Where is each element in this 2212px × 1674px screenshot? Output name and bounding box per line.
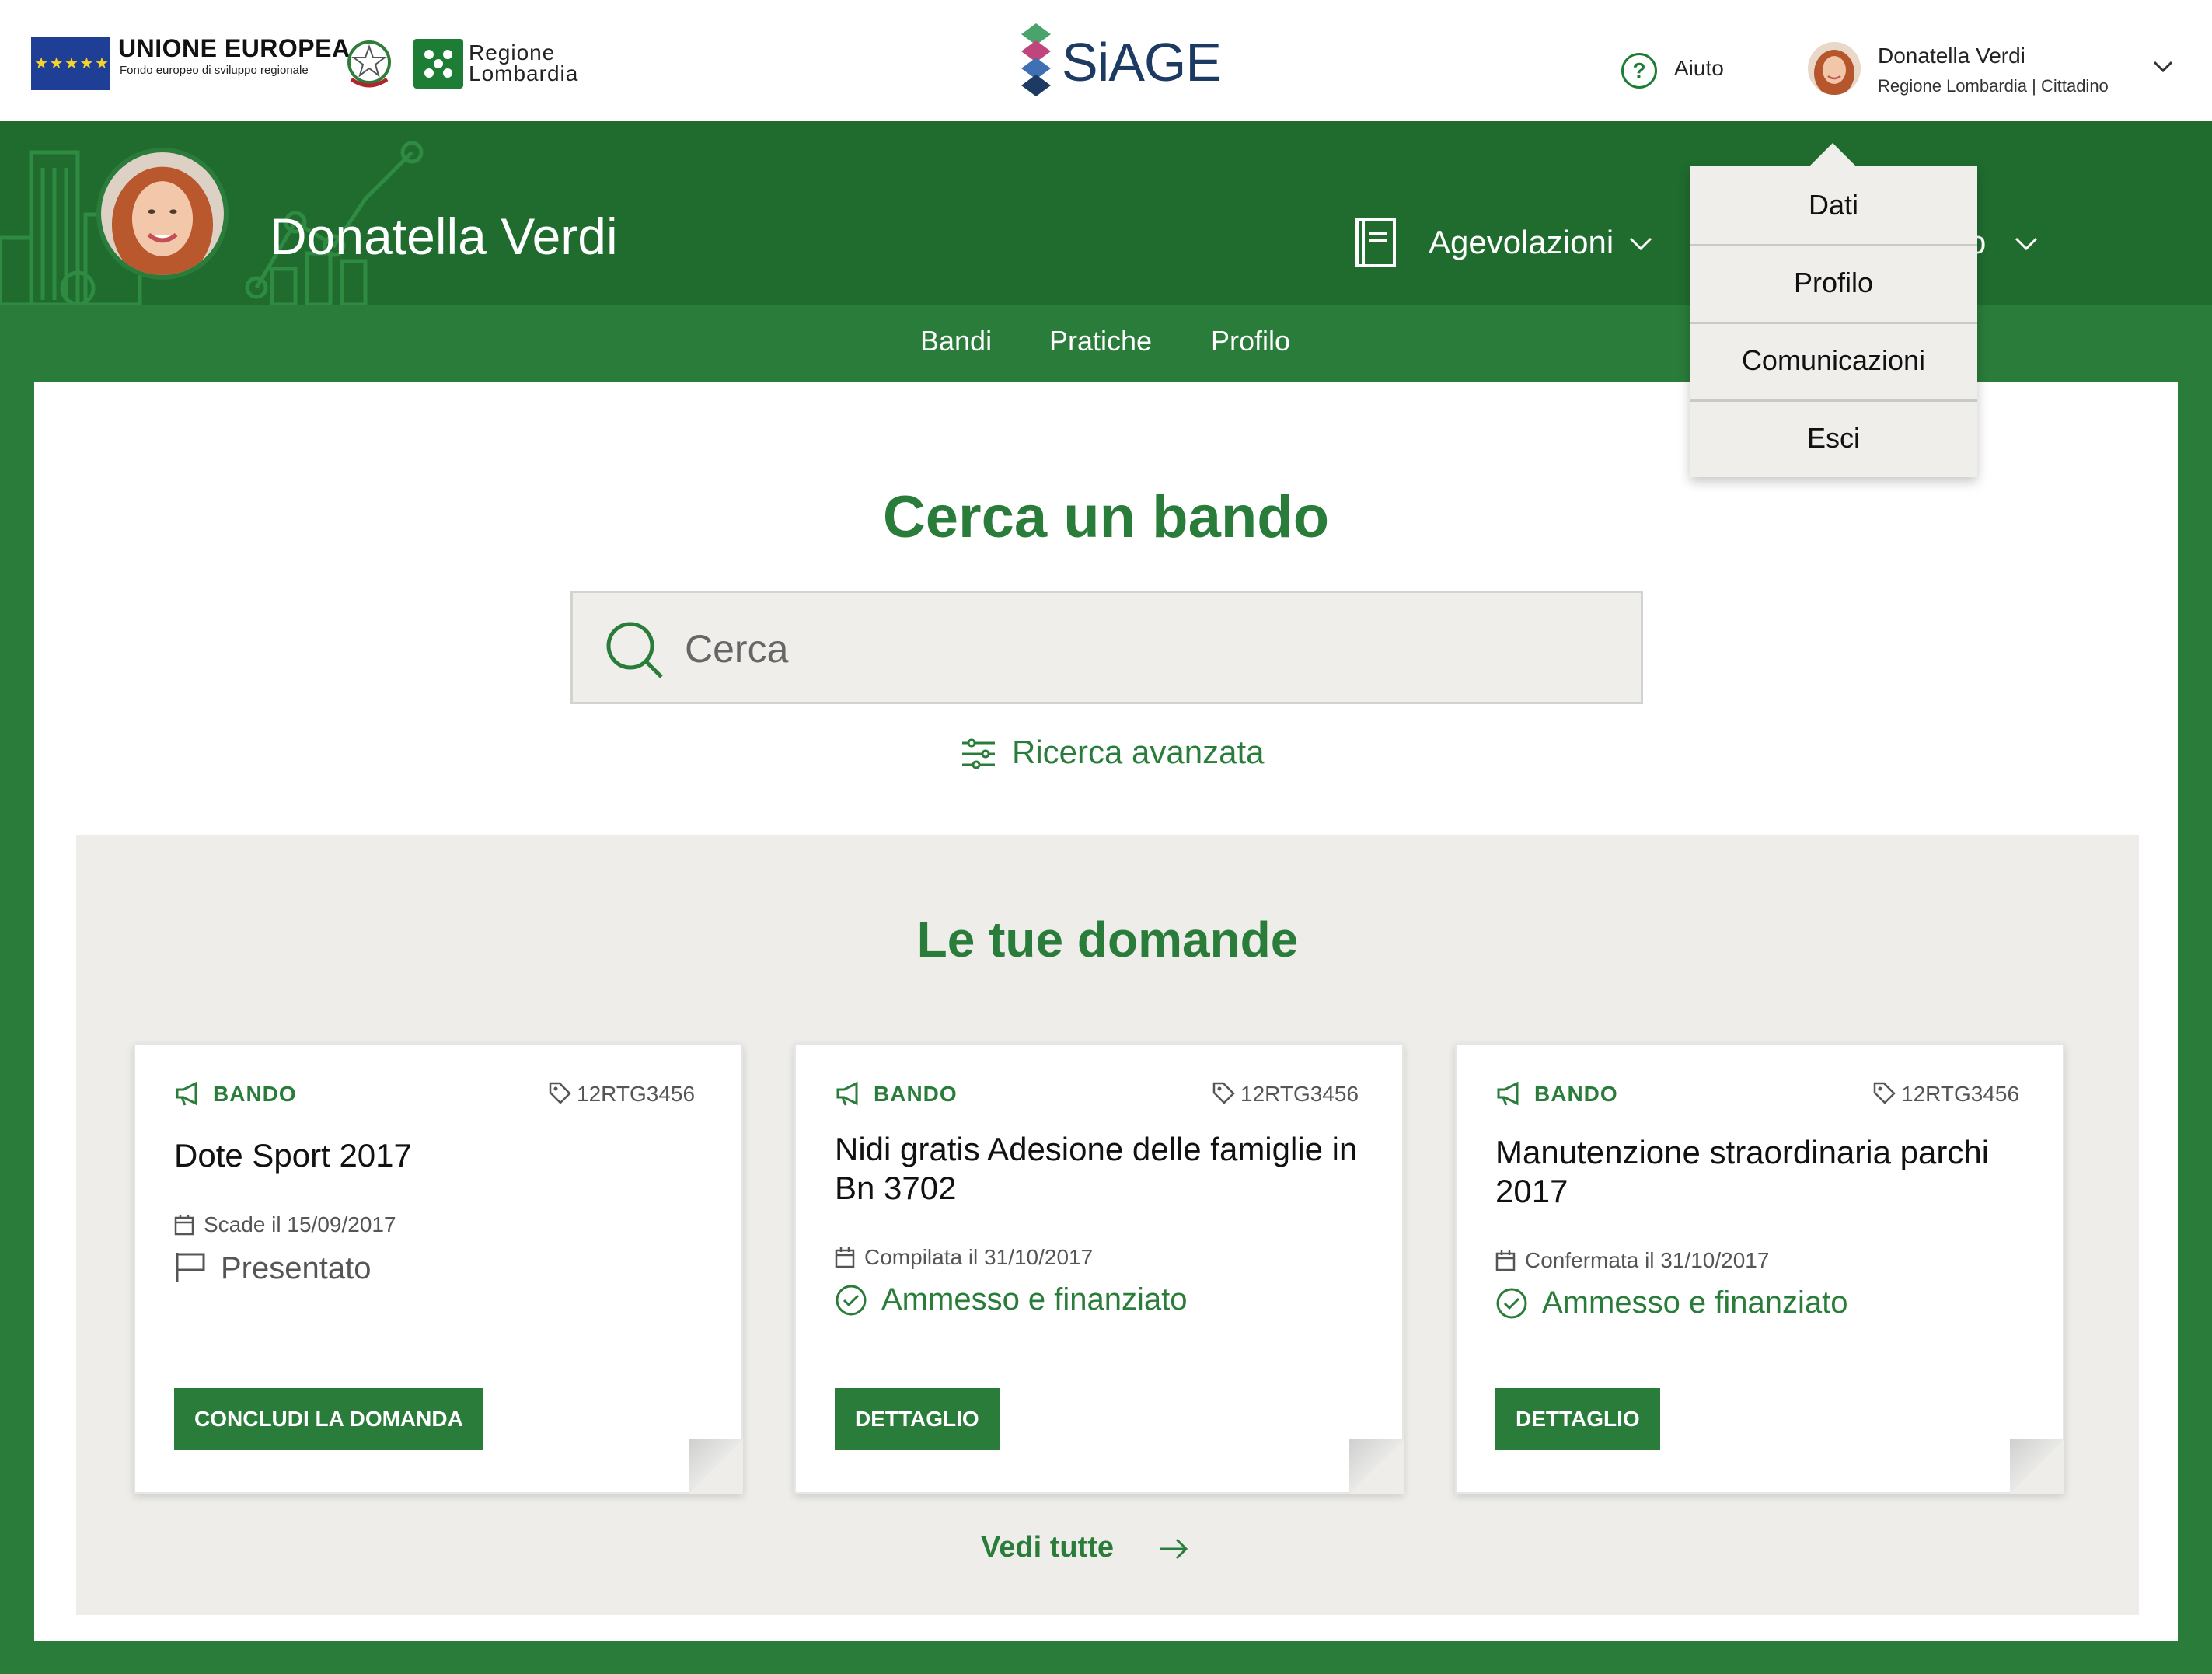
check-circle-icon <box>836 1285 867 1316</box>
user-name[interactable]: Donatella Verdi <box>1878 44 2025 68</box>
book-icon[interactable] <box>1351 216 1399 269</box>
application-card: BANDO 12RTG3456 Nidi gratis Adesione del… <box>794 1043 1404 1494</box>
card-date: Compilata il 31/10/2017 <box>864 1245 1094 1269</box>
tag-icon <box>1212 1082 1235 1104</box>
advanced-search-label[interactable]: Ricerca avanzata <box>1012 734 1265 771</box>
card-title: Manutenzione straordinaria parchi 2017 <box>1495 1134 1990 1209</box>
regione-lombardia-text: Regione Lombardia <box>469 40 579 85</box>
megaphone-icon <box>176 1081 197 1106</box>
menu-item-dati[interactable]: Dati <box>1690 166 1977 244</box>
main-content: Cerca un bando Ricerca avanzata Le tue d… <box>34 382 2178 1641</box>
dropdown-caret <box>1808 143 1858 168</box>
card-type: BANDO <box>1534 1082 1618 1106</box>
user-menu-dropdown: Dati Profilo Comunicazioni Esci <box>1690 143 1977 477</box>
card-title: Nidi gratis Adesione delle famiglie in B… <box>835 1131 1358 1206</box>
card-fold-decoration <box>1349 1439 1404 1494</box>
megaphone-icon <box>836 1081 858 1106</box>
italian-republic-emblem-icon <box>347 40 391 88</box>
sliders-icon[interactable] <box>961 738 996 769</box>
eu-flag-icon: ★ ★ ★ ★ ★ <box>31 37 110 90</box>
flag-icon <box>176 1253 205 1282</box>
nav-agevolazioni[interactable]: Agevolazioni <box>1429 224 1614 261</box>
search-box[interactable] <box>570 591 1643 704</box>
profile-avatar <box>96 148 229 280</box>
menu-item-profilo[interactable]: Profilo <box>1690 244 1977 322</box>
search-title: Cerca un bando <box>882 484 1330 550</box>
top-header: ★ ★ ★ ★ ★ UNIONE EUROPEA Fondo europeo d… <box>0 0 2212 121</box>
arrow-right-icon[interactable] <box>1158 1537 1189 1561</box>
megaphone-icon <box>1497 1081 1519 1106</box>
help-icon[interactable]: ? <box>1621 53 1657 89</box>
chevron-down-icon[interactable] <box>2015 236 2038 252</box>
card-status: Ammesso e finanziato <box>1542 1285 1848 1320</box>
chevron-down-icon[interactable] <box>1629 236 1652 252</box>
tag-icon <box>549 1082 571 1104</box>
card-date: Scade il 15/09/2017 <box>204 1212 396 1236</box>
user-role: Regione Lombardia | Cittadino <box>1878 76 2109 96</box>
application-card: BANDO 12RTG3456 Dote Sport 2017 Scade il… <box>134 1043 743 1494</box>
calendar-icon <box>835 1247 855 1268</box>
search-icon[interactable] <box>604 619 666 682</box>
chevron-down-icon[interactable] <box>2153 59 2173 75</box>
card-date: Confermata il 31/10/2017 <box>1525 1248 1770 1272</box>
applications-title: Le tue domande <box>916 912 1299 968</box>
avatar[interactable] <box>1808 42 1861 95</box>
menu-item-comunicazioni[interactable]: Comunicazioni <box>1690 322 1977 399</box>
siage-logo-icon <box>1021 23 1051 96</box>
menu-item-esci[interactable]: Esci <box>1690 399 1977 477</box>
tag-icon <box>1873 1082 1896 1104</box>
applications-panel: Le tue domande BANDO 12RTG3456 Dote Spor… <box>76 835 2139 1615</box>
see-all-label[interactable]: Vedi tutte <box>981 1531 1114 1564</box>
complete-application-button[interactable]: CONCLUDI LA DOMANDA <box>174 1388 483 1450</box>
card-type: BANDO <box>874 1082 958 1106</box>
application-card: BANDO 12RTG3456 Manutenzione straordinar… <box>1455 1043 2064 1494</box>
check-circle-icon <box>1496 1288 1527 1319</box>
card-fold-decoration <box>2010 1439 2064 1494</box>
card-code: 12RTG3456 <box>1901 1082 2020 1106</box>
help-link[interactable]: Aiuto <box>1674 56 1724 81</box>
card-type: BANDO <box>213 1082 297 1106</box>
calendar-icon <box>1495 1250 1516 1271</box>
card-title: Dote Sport 2017 <box>174 1137 412 1174</box>
regione-lombardia-logo-icon <box>413 39 463 89</box>
search-input[interactable] <box>683 621 1600 677</box>
calendar-icon <box>174 1215 194 1236</box>
subnav-profilo[interactable]: Profilo <box>1211 325 1290 357</box>
detail-button[interactable]: DETTAGLIO <box>835 1388 1000 1450</box>
card-fold-decoration <box>689 1439 743 1494</box>
eu-title: UNIONE EUROPEA <box>118 34 351 62</box>
card-code: 12RTG3456 <box>1240 1082 1359 1106</box>
subnav-pratiche[interactable]: Pratiche <box>1049 325 1152 357</box>
card-status: Ammesso e finanziato <box>881 1282 1188 1317</box>
card-code: 12RTG3456 <box>577 1082 696 1106</box>
siage-logo-text: SiAGE <box>1062 32 1222 92</box>
profile-name: Donatella Verdi <box>270 208 618 265</box>
subnav-bandi[interactable]: Bandi <box>920 325 992 357</box>
eu-subtitle: Fondo europeo di sviluppo regionale <box>120 64 309 77</box>
card-status: Presentato <box>221 1251 372 1285</box>
detail-button[interactable]: DETTAGLIO <box>1495 1388 1660 1450</box>
